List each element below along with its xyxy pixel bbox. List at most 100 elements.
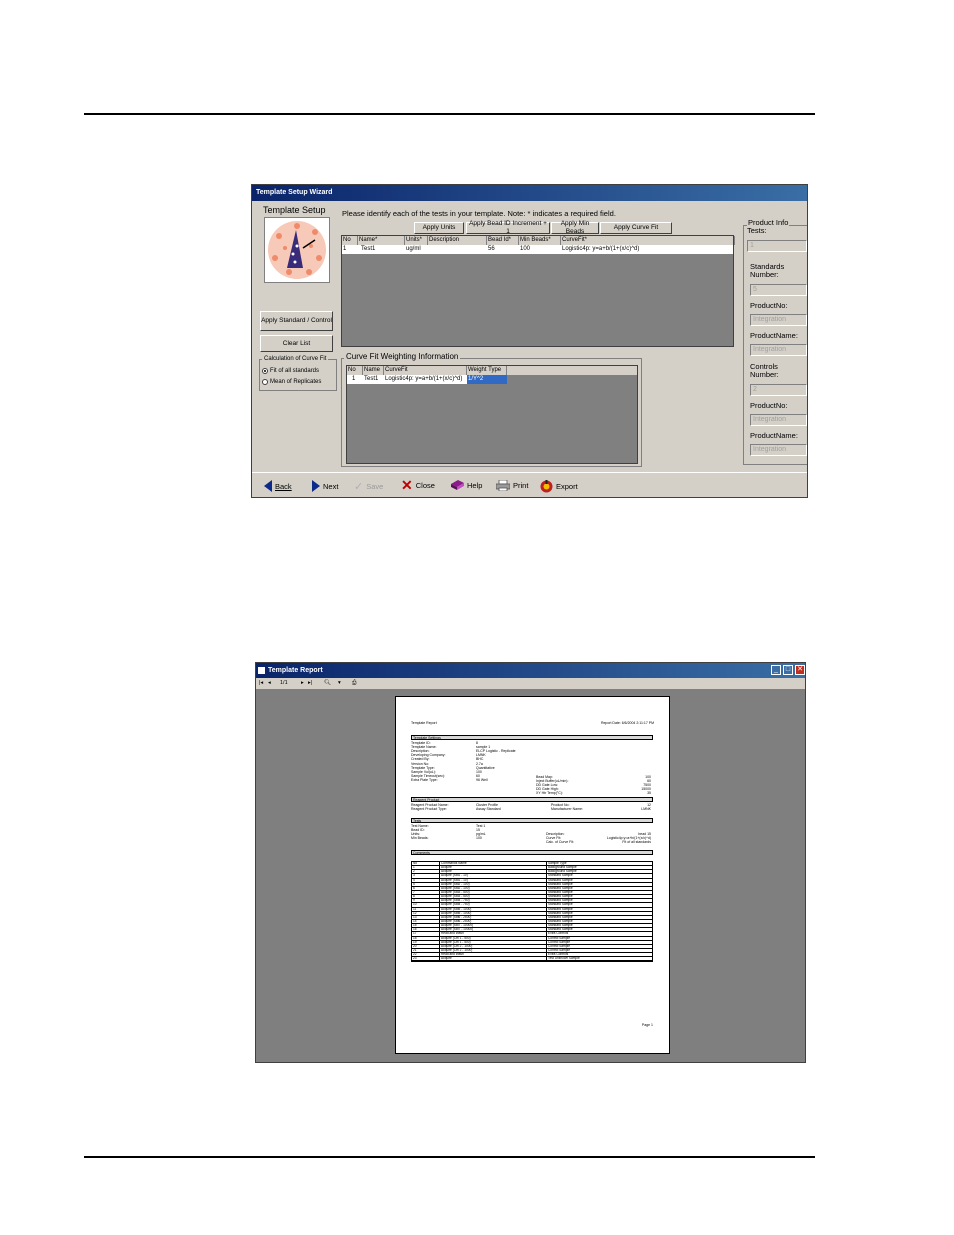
close-icon: ✕ [401,477,413,493]
wizard-toolbar: Back Next ✓ Save ✕ Close Help Print Expo… [252,472,807,497]
controls-product-name-field[interactable]: Integration [750,444,807,456]
standards-product-no-field[interactable]: Integration [750,314,807,326]
col-min-beads[interactable]: Min Beads* [519,236,561,245]
help-book-icon [451,480,464,490]
template-setup-heading: Template Setup [263,205,326,215]
template-report-window: Template Report _ □ ✕ |◂ ◂ 1/1 ▸ ▸| 🔍︎ ▾… [255,662,806,1063]
col-curvefit[interactable]: CurveFit [384,366,467,375]
standards-product-name-field[interactable]: Integration [750,344,807,356]
tests-label: Tests: [747,226,767,235]
row-min-beads[interactable]: 100 [519,245,561,254]
save-button[interactable]: ✓ Save [354,480,383,493]
apply-units-button[interactable]: Apply Units [414,222,464,234]
printer-icon [496,480,510,491]
help-button[interactable]: Help [451,480,482,490]
prev-page-icon[interactable]: ◂ [268,678,271,689]
tests-field[interactable]: 1 [747,240,807,252]
row-curvefit[interactable]: Logistic4p: y=a+b/(1+(x/c)^d) [561,245,735,254]
mean-of-replicates-label: Mean of Replicates [270,379,322,385]
next-page-icon[interactable]: ▸ [301,678,304,689]
row-name[interactable]: Test1 [363,375,384,384]
col-no[interactable]: No [347,366,363,375]
commands-table-body: 1 Acquire Background Sample 2 Acquire Backgro… [412,866,652,962]
weighting-grid[interactable]: No Name CurveFit Weight Type 1 Test1 Log… [346,365,638,464]
standards-number-label: Standards Number: [750,262,785,279]
report-field-value: Fit of all standards [622,840,651,845]
report-toolbar: |◂ ◂ 1/1 ▸ ▸| 🔍︎ ▾ ⎙ [256,678,805,689]
back-arrow-icon [264,480,272,492]
next-button[interactable]: Next [312,480,338,492]
close-window-button[interactable]: ✕ [795,665,805,675]
row-bead-id[interactable]: 56 [487,245,519,254]
report-field-value: Assay Standard [476,807,501,812]
radio-selected-icon [262,368,268,374]
last-page-icon[interactable]: ▸| [308,678,312,689]
col-no[interactable]: No [342,236,358,245]
maximize-button[interactable]: □ [783,665,793,675]
standards-number-field[interactable]: 5 [750,284,807,296]
report-field-label: Manufacturer Name: [551,807,583,812]
header-rule [84,113,815,115]
row-no: 1 [343,246,347,252]
report-field-value: 100 [476,836,482,841]
tests-grid[interactable]: No Name* Units* Description Bead Id* Min… [341,235,735,347]
col-bead-id[interactable]: Bead Id* [487,236,519,245]
col-units[interactable]: Units* [405,236,428,245]
controls-number-field[interactable]: 2 [750,384,807,396]
first-page-icon[interactable]: |◂ [259,678,263,689]
col-curvefit[interactable]: CurveFit* [561,236,735,245]
report-page-title: Template Report [411,721,437,725]
minimize-button[interactable]: _ [771,665,781,675]
controls-product-name-label: ProductName: [750,431,798,440]
instructions-text: Please identify each of the tests in you… [342,209,616,218]
row-curvefit[interactable]: Logistic4p: y=a+b/(1+(x/c)^d) [384,375,467,384]
apply-standard-control-button[interactable]: Apply Standard / Control [260,311,333,331]
close-label: Close [415,480,435,490]
print-report-icon[interactable]: ⎙ [352,678,356,689]
radio-unselected-icon [262,379,268,385]
apply-min-beads-button[interactable]: Apply Min Beads [551,220,599,235]
fit-of-all-standards-radio[interactable]: Fit of all standards [262,368,319,374]
tests-grid-header: No Name* Units* Description Bead Id* Min… [342,236,735,245]
curve-fit-weighting-label: Curve Fit Weighting Information [344,352,461,361]
calculation-of-curve-fit-group [259,359,337,391]
mean-of-replicates-radio[interactable]: Mean of Replicates [262,379,321,385]
print-label: Print [513,481,529,490]
apply-bead-id-button[interactable]: Apply Bead ID Increment + 1 [466,220,550,235]
row-name[interactable]: Test1 [360,245,405,254]
row-sample-type: Test Unknown Sample [548,956,580,961]
zoom-icon[interactable]: 🔍︎ [324,678,331,689]
col-weight-type[interactable]: Weight Type [467,366,507,375]
back-button[interactable]: Back [264,480,292,492]
report-page: Template Report Report Date: 6/6/2004 2:… [395,696,670,1054]
apply-curve-fit-button[interactable]: Apply Curve Fit [600,222,672,234]
table-row: 23 Acquire Test Unknown Sample [412,956,652,962]
template-setup-wizard-window: Template Setup Wizard Template Setup App… [251,184,808,498]
next-arrow-icon [312,480,320,492]
export-button[interactable]: Export [540,480,578,493]
clear-list-button[interactable]: Clear List [260,335,333,352]
report-field-value: 35 [647,791,651,796]
report-field-label: Calc. of Curve Fit: [546,840,575,845]
col-name[interactable]: Name [363,366,384,375]
report-field-label: XY Htr Temp(°C): [536,791,563,796]
row-units[interactable]: ug/ml [405,245,428,254]
controls-product-no-field[interactable]: Integration [750,414,807,426]
zoom-dropdown-icon[interactable]: ▾ [338,678,341,689]
help-label: Help [467,480,483,490]
close-button[interactable]: ✕ Close [401,477,435,493]
table-row[interactable]: 1 Test1 ug/ml 56 100 Logistic4p: y=a+b/(… [342,245,733,254]
save-label: Save [366,482,384,491]
controls-number-label: Controls Number: [750,362,779,379]
print-button[interactable]: Print [496,480,528,491]
commands-table: No Commands Name Sample Type 1 Acquire Bac… [411,861,653,963]
export-label: Export [556,482,578,491]
weighting-grid-header: No Name CurveFit Weight Type [347,366,637,375]
row-weight-type[interactable]: 1/Y^2 [467,375,507,384]
col-description[interactable]: Description [428,236,487,245]
report-field-value: 96 Well [476,777,488,782]
report-field-label: Min Beads: [411,836,429,841]
col-name[interactable]: Name* [358,236,405,245]
comments-bar: Comments [411,850,653,855]
table-row[interactable]: 1 Test1 Logistic4p: y=a+b/(1+(x/c)^d) 1/… [347,375,507,384]
